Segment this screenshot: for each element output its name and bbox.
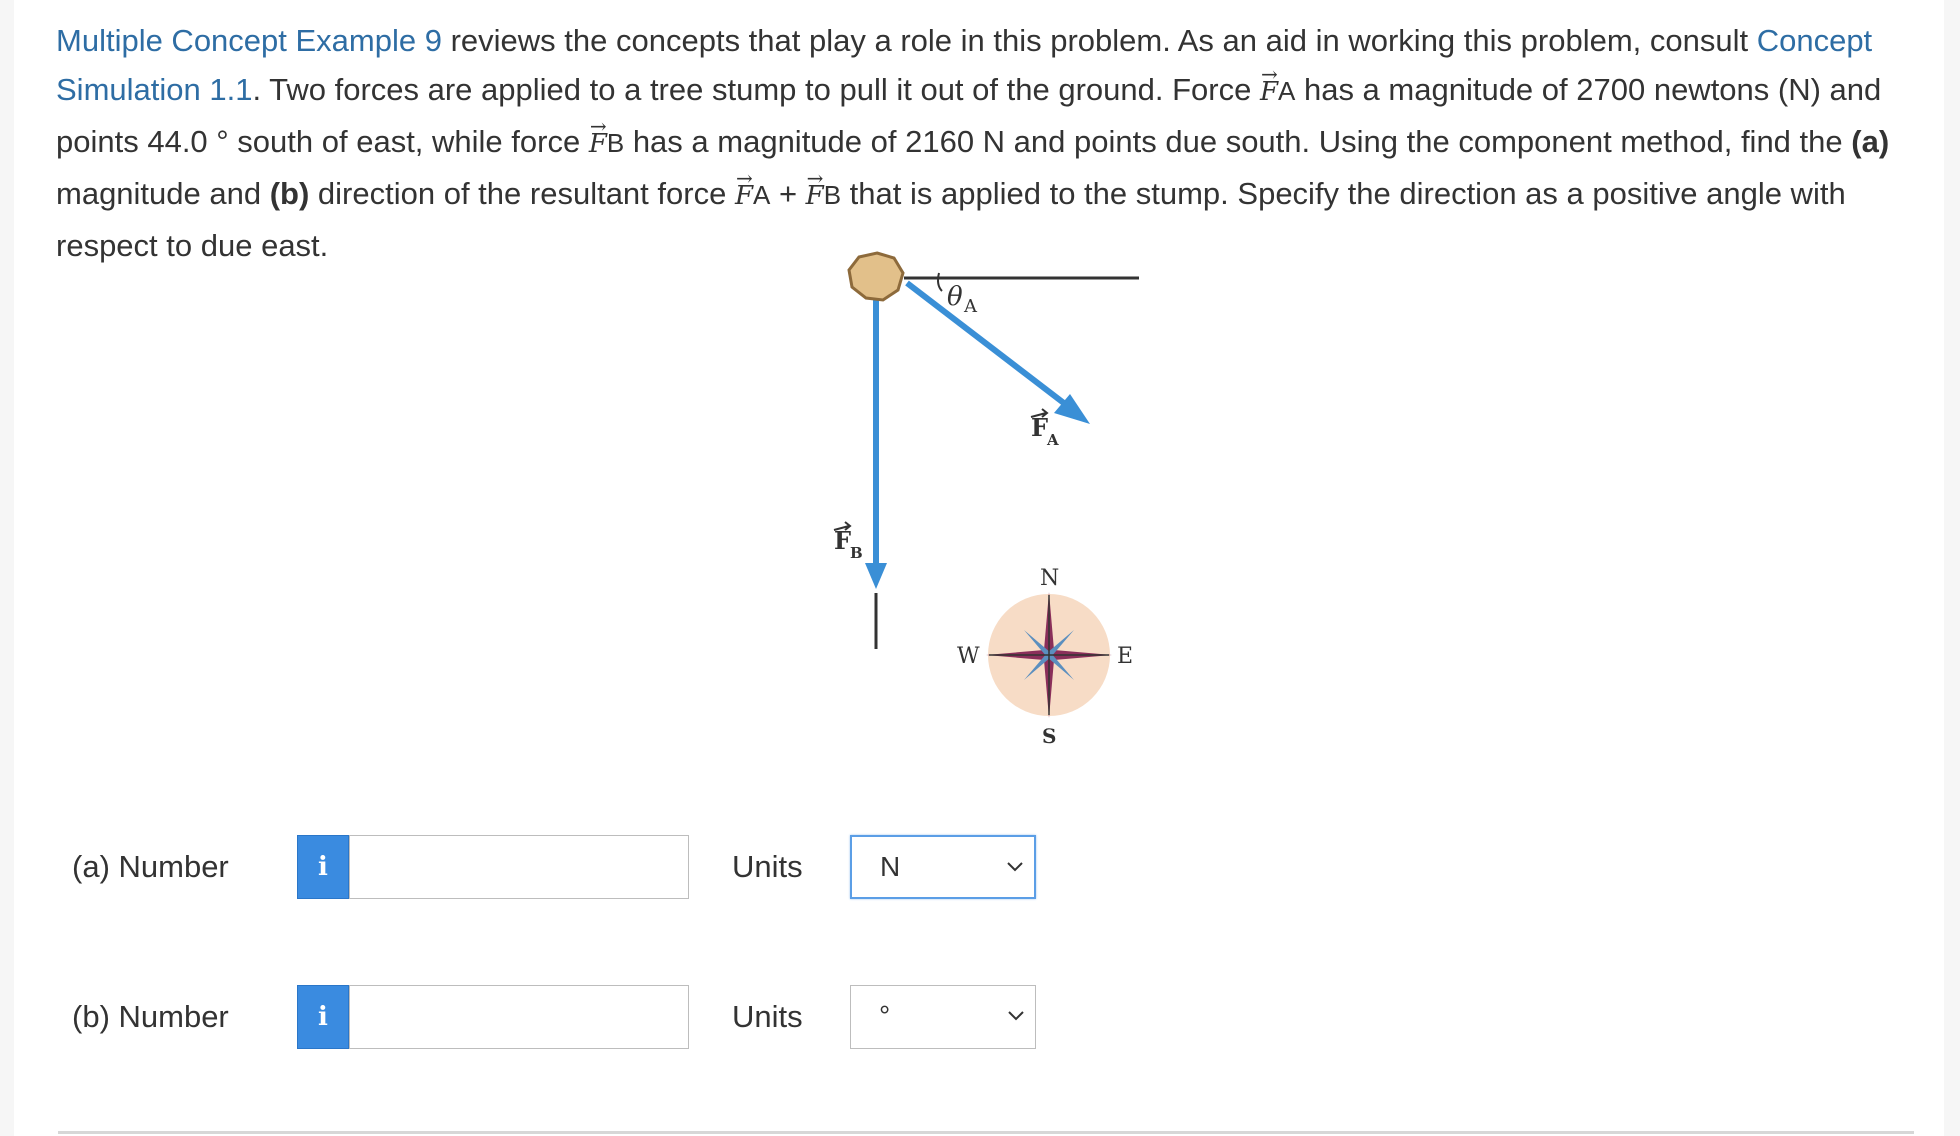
compass-west-label: W	[957, 644, 980, 669]
problem-text-part: reviews the concepts that play a role in…	[441, 23, 1757, 58]
answer-a-label: (a) Number	[72, 849, 229, 884]
units-select-b-value: °	[879, 1000, 891, 1031]
link-multiple-concept-example[interactable]: Multiple Concept Example 9	[56, 23, 442, 58]
vector-fb-sub: B	[606, 128, 625, 158]
part-b-marker: (b)	[269, 176, 310, 211]
units-select-b[interactable]: °	[850, 985, 1036, 1049]
answer-row-b: (b) Number i Units °	[14, 985, 1314, 1051]
units-label-a: Units	[732, 849, 803, 884]
answer-row-a: (a) Number i Units N	[14, 835, 1314, 901]
units-select-a[interactable]: N	[850, 835, 1036, 899]
problem-text-part: . Two forces are applied to a tree stump…	[252, 72, 1260, 107]
part-a-marker: (a)	[1851, 124, 1890, 159]
plus-sign: +	[770, 176, 806, 211]
force-a-arrow-shaft	[905, 280, 1071, 410]
answer-a-number-input[interactable]	[349, 835, 689, 899]
problem-text: Multiple Concept Example 9 reviews the c…	[56, 16, 1916, 270]
compass-north-label: N	[1040, 566, 1059, 591]
angle-arc	[937, 272, 943, 292]
theta-sub-label: A	[963, 296, 978, 317]
answer-b-number-input[interactable]	[349, 985, 689, 1049]
force-b-sub-label: B	[850, 544, 863, 562]
vector-fa: F	[1260, 50, 1278, 117]
vector-fb: F	[589, 102, 607, 169]
vector-fb: F	[806, 154, 824, 221]
chevron-down-icon	[1008, 1011, 1024, 1021]
chevron-down-icon	[1007, 862, 1023, 872]
info-button-a[interactable]: i	[297, 835, 349, 899]
force-b-arrowhead	[865, 563, 887, 589]
tree-stump	[847, 251, 905, 302]
force-a-sub-label: A	[1046, 431, 1059, 449]
info-button-b[interactable]: i	[297, 985, 349, 1049]
theta-label: θ	[947, 282, 963, 312]
compass-south-label: S	[1042, 724, 1056, 748]
compass-east-label: E	[1117, 644, 1133, 669]
vector-fa-sub: A	[752, 180, 771, 210]
force-diagram: θ A F A F B N S E W	[833, 251, 1139, 748]
vector-fb-sub: B	[823, 180, 842, 210]
problem-text-part: magnitude and	[56, 176, 270, 211]
problem-text-part: direction of the resultant force	[309, 176, 735, 211]
units-label-b: Units	[732, 999, 803, 1034]
section-divider	[58, 1131, 1914, 1134]
vector-fa-sub: A	[1278, 76, 1296, 106]
question-card: Multiple Concept Example 9 reviews the c…	[14, 0, 1944, 1136]
units-select-a-value: N	[880, 851, 901, 882]
answer-b-label: (b) Number	[72, 999, 229, 1034]
compass-rose: N S E W	[957, 566, 1133, 748]
vector-fa: F	[735, 154, 753, 221]
